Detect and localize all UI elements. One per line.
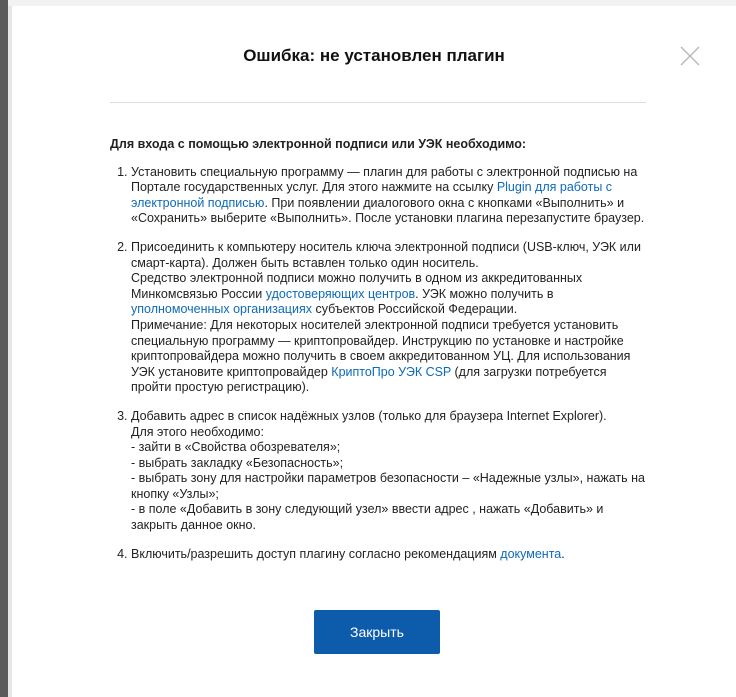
plugin-error-dialog: Ошибка: не установлен плагин Для входа с… <box>12 6 736 697</box>
authorized-organizations-link[interactable]: уполномоченных организациях <box>131 302 312 316</box>
instructions-list: Установить специальную программу — плаги… <box>110 165 650 563</box>
window-frame-left <box>0 0 8 697</box>
title-divider <box>110 102 646 103</box>
step-text: Для этого необходимо: <box>131 424 264 439</box>
step-enable-plugin: Включить/разрешить доступ плагину соглас… <box>131 547 650 563</box>
step-connect-key: Присоединить к компьютеру носитель ключа… <box>131 240 650 396</box>
close-button[interactable]: Закрыть <box>314 610 440 654</box>
step-text: - выбрать зону для настройки параметров … <box>131 471 646 501</box>
instructions-intro: Для входа с помощью электронной подписи … <box>110 137 527 151</box>
cryptopro-link[interactable]: КриптоПро УЭК CSP <box>331 365 451 379</box>
step-text: - выбрать закладку «Безопасность»; <box>131 455 344 470</box>
step-text: субъектов Российской Федерации. <box>311 302 518 317</box>
step-install-plugin: Установить специальную программу — плаги… <box>131 165 650 227</box>
step-text: Включить/разрешить доступ плагину соглас… <box>131 546 501 561</box>
step-trusted-sites: Добавить адрес в список надёжных узлов (… <box>131 409 650 534</box>
document-link[interactable]: документа <box>500 547 561 561</box>
step-text: - в поле «Добавить в зону следующий узел… <box>131 502 604 533</box>
step-text: . <box>561 546 565 561</box>
step-text: . УЭК можно получить в <box>415 286 554 301</box>
certification-centers-link[interactable]: удостоверяющих центров <box>266 287 415 301</box>
dialog-content: Для входа с помощью электронной подписи … <box>110 137 650 575</box>
close-icon[interactable] <box>678 44 702 68</box>
step-text: Добавить адрес в список надёжных узлов (… <box>131 408 607 423</box>
dialog-title: Ошибка: не установлен плагин <box>243 46 505 65</box>
step-text: Присоединить к компьютеру носитель ключа… <box>131 239 641 270</box>
step-text: - зайти в «Свойства обозревателя»; <box>131 440 341 455</box>
